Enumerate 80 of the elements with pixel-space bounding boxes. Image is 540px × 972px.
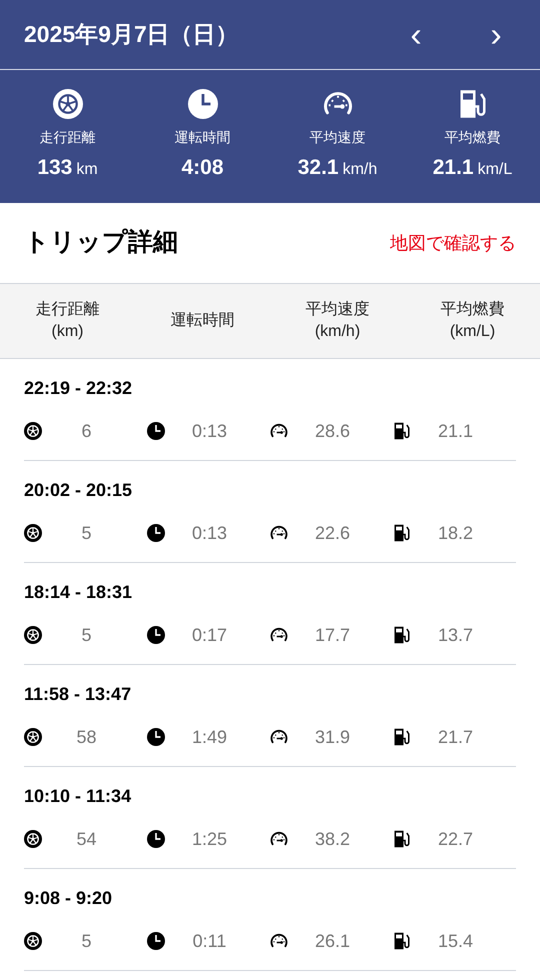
trip-value: 21.1 bbox=[436, 420, 474, 442]
trip-value: 13.7 bbox=[436, 624, 474, 646]
previous-day-button[interactable]: ‹ bbox=[396, 14, 436, 54]
speedometer-icon bbox=[270, 626, 288, 644]
next-day-button[interactable]: › bbox=[476, 14, 516, 54]
speedometer-icon bbox=[270, 422, 288, 440]
column-heading: 平均速度 bbox=[306, 300, 370, 320]
clock-icon bbox=[147, 524, 165, 542]
trip-time-range: 9:08 - 9:20 bbox=[24, 886, 114, 910]
clock-icon bbox=[147, 830, 165, 848]
summary-label: 平均燃費 bbox=[444, 128, 500, 148]
column-heading: (km/h) bbox=[314, 322, 360, 342]
summary-value: 21.1 bbox=[432, 155, 474, 182]
column-heading: (km) bbox=[52, 322, 84, 342]
trip-value: 1:25 bbox=[190, 828, 228, 850]
fuel-pump-icon bbox=[393, 932, 411, 950]
trip-value: 22.7 bbox=[436, 828, 474, 850]
clock-icon bbox=[147, 728, 165, 746]
wheel-icon bbox=[24, 728, 42, 746]
summary-unit: km bbox=[76, 160, 98, 180]
fuel-pump-icon bbox=[393, 422, 411, 440]
trip-value: 28.6 bbox=[314, 420, 352, 442]
section-title: トリップ詳細 bbox=[24, 227, 178, 258]
map-link[interactable]: 地図で確認する bbox=[390, 230, 516, 256]
summary-value: 32.1 bbox=[298, 155, 339, 182]
trip-value: 15.4 bbox=[436, 930, 474, 952]
trip-time-range: 20:02 - 20:15 bbox=[24, 478, 134, 502]
wheel-icon bbox=[52, 89, 82, 120]
trip-value: 1:49 bbox=[190, 726, 228, 748]
wheel-icon bbox=[24, 626, 42, 644]
trip-value: 18.2 bbox=[436, 522, 474, 544]
column-heading: 運転時間 bbox=[170, 310, 234, 331]
fuel-pump-icon bbox=[393, 626, 411, 644]
clock-icon bbox=[147, 932, 165, 950]
summary-label: 走行距離 bbox=[40, 128, 96, 148]
trip-value: 26.1 bbox=[314, 930, 352, 952]
fuel-pump-icon bbox=[393, 524, 411, 542]
trip-value: 54 bbox=[75, 828, 98, 850]
fuel-pump-icon bbox=[393, 728, 411, 746]
column-heading: 走行距離 bbox=[36, 300, 100, 320]
trip-value: 0:13 bbox=[190, 522, 228, 544]
trip-value: 0:13 bbox=[190, 420, 228, 442]
clock-icon bbox=[147, 626, 165, 644]
summary-value: 133 bbox=[37, 155, 72, 182]
wheel-icon bbox=[24, 830, 42, 848]
trip-time-range: 10:10 - 11:34 bbox=[24, 784, 132, 808]
trip-time-range: 11:58 - 13:47 bbox=[24, 682, 132, 706]
clock-icon bbox=[147, 422, 165, 440]
wheel-icon bbox=[24, 524, 42, 542]
summary-label: 平均速度 bbox=[310, 128, 366, 148]
fuel-pump-icon bbox=[393, 830, 411, 848]
trip-value: 5 bbox=[80, 522, 92, 544]
trip-value: 17.7 bbox=[314, 624, 352, 646]
trip-value: 38.2 bbox=[314, 828, 352, 850]
trip-value: 31.9 bbox=[314, 726, 352, 748]
summary-unit: km/L bbox=[478, 160, 512, 180]
fuel-pump-icon bbox=[458, 89, 488, 120]
summary-value: 4:08 bbox=[181, 155, 224, 182]
trip-value: 5 bbox=[80, 624, 92, 646]
speedometer-icon bbox=[270, 524, 288, 542]
date-title: 2025年9月7日（日） bbox=[24, 20, 240, 50]
trip-value: 0:17 bbox=[190, 624, 228, 646]
speedometer-icon bbox=[270, 932, 288, 950]
column-heading: (km/L) bbox=[450, 322, 496, 342]
trip-value: 58 bbox=[75, 726, 98, 748]
summary-unit: km/h bbox=[342, 160, 378, 180]
trip-value: 22.6 bbox=[314, 522, 352, 544]
column-heading: 平均燃費 bbox=[440, 300, 504, 320]
wheel-icon bbox=[24, 422, 42, 440]
wheel-icon bbox=[24, 932, 42, 950]
trip-time-range: 18:14 - 18:31 bbox=[24, 580, 134, 604]
trip-value: 21.7 bbox=[436, 726, 474, 748]
trip-time-range: 22:19 - 22:32 bbox=[24, 376, 134, 400]
summary-label: 運転時間 bbox=[174, 128, 230, 148]
trip-value: 5 bbox=[80, 930, 92, 952]
clock-icon bbox=[188, 89, 218, 120]
speedometer-icon bbox=[270, 830, 288, 848]
speedometer-icon bbox=[270, 728, 288, 746]
trip-value: 6 bbox=[80, 420, 92, 442]
trip-value: 0:11 bbox=[192, 930, 228, 952]
